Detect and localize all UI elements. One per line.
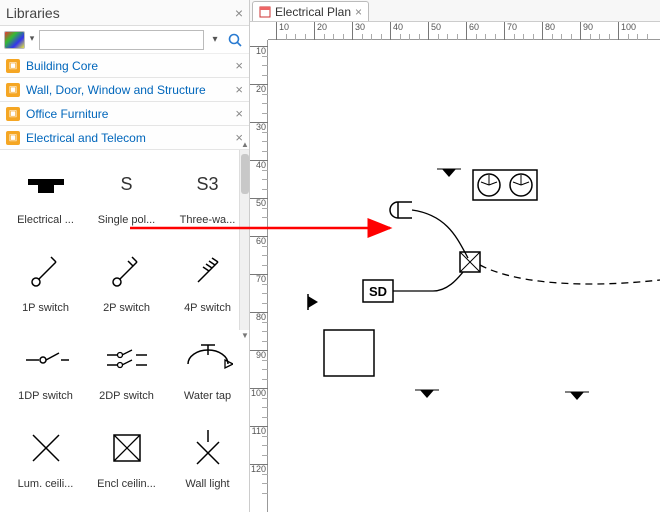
search-input[interactable] bbox=[39, 30, 204, 50]
tab-bar: Electrical Plan × bbox=[250, 0, 660, 22]
tab-label: Electrical Plan bbox=[275, 5, 351, 19]
connector-line[interactable] bbox=[393, 272, 463, 291]
svg-text:SD: SD bbox=[369, 284, 387, 299]
shape-label: 2P switch bbox=[93, 302, 161, 314]
shape-icon bbox=[16, 156, 76, 212]
plug-shape[interactable] bbox=[390, 202, 412, 218]
shape-grid: Electrical ... S Single pol... S3 Three-wa..… bbox=[0, 150, 249, 512]
dashed-connector[interactable] bbox=[480, 265, 660, 284]
sd-box-shape[interactable]: SD bbox=[363, 280, 393, 302]
shape-icon bbox=[178, 332, 238, 388]
shape-tap[interactable]: Water tap bbox=[168, 332, 247, 416]
shape-text-S[interactable]: S Single pol... bbox=[87, 156, 166, 240]
color-picker-button[interactable] bbox=[4, 31, 25, 49]
shape-boxx[interactable]: Encl ceilin... bbox=[87, 420, 166, 504]
ruler-vertical: 102030405060708090100110120 bbox=[250, 40, 268, 512]
folder-icon: ▣ bbox=[6, 59, 20, 73]
library-row-office-furniture[interactable]: ▣ Office Furniture × bbox=[0, 102, 249, 126]
tab-electrical-plan[interactable]: Electrical Plan × bbox=[252, 1, 369, 21]
shape-icon bbox=[16, 420, 76, 476]
shape-label: Three-wa... bbox=[174, 214, 242, 226]
shape-icon: S bbox=[97, 156, 157, 212]
shape-icon bbox=[16, 332, 76, 388]
shape-label: Lum. ceili... bbox=[12, 478, 80, 490]
libraries-header: Libraries × bbox=[0, 0, 249, 26]
library-search-row: ▾ bbox=[0, 26, 249, 54]
shape-label: 1DP switch bbox=[12, 390, 80, 402]
shape-wallx[interactable]: Wall light bbox=[168, 420, 247, 504]
shape-label: Wall light bbox=[174, 478, 242, 490]
shape-dp2[interactable]: 2DP switch bbox=[87, 332, 166, 416]
drawing-canvas[interactable]: SD bbox=[268, 40, 660, 512]
speaker-shape[interactable] bbox=[308, 294, 318, 310]
connector-curve[interactable] bbox=[412, 210, 468, 258]
shape-x[interactable]: Lum. ceili... bbox=[6, 420, 85, 504]
folder-icon: ▣ bbox=[6, 83, 20, 97]
libraries-title: Libraries bbox=[6, 5, 60, 21]
shape-icon bbox=[178, 244, 238, 300]
triangle-shape[interactable] bbox=[437, 169, 461, 177]
shape-label: Encl ceilin... bbox=[93, 478, 161, 490]
shape-icon bbox=[178, 420, 238, 476]
close-icon[interactable]: × bbox=[235, 82, 243, 97]
shape-label: Electrical ... bbox=[12, 214, 80, 226]
main-area: Electrical Plan × 102030405060708090100 … bbox=[250, 0, 660, 512]
shape-icon bbox=[16, 244, 76, 300]
document-icon bbox=[259, 6, 271, 18]
shape-icon bbox=[97, 420, 157, 476]
shape-icon bbox=[97, 332, 157, 388]
folder-icon: ▣ bbox=[6, 107, 20, 121]
crossed-box-shape[interactable] bbox=[460, 252, 480, 272]
shape-text-S3[interactable]: S3 Three-wa... bbox=[168, 156, 247, 240]
search-icon[interactable] bbox=[226, 30, 245, 50]
shape-sw2[interactable]: 2P switch bbox=[87, 244, 166, 328]
close-icon[interactable]: × bbox=[235, 58, 243, 73]
square-shape[interactable] bbox=[324, 330, 374, 376]
shape-icon bbox=[97, 244, 157, 300]
shape-sw1[interactable]: 1P switch bbox=[6, 244, 85, 328]
shape-icon: S3 bbox=[178, 156, 238, 212]
shape-label: 4P switch bbox=[174, 302, 242, 314]
scrollbar[interactable]: ▲ ▼ bbox=[239, 150, 249, 330]
shape-label: Water tap bbox=[174, 390, 242, 402]
library-row-electrical-telecom[interactable]: ▣ Electrical and Telecom × bbox=[0, 126, 249, 150]
shape-label: Single pol... bbox=[93, 214, 161, 226]
close-icon[interactable]: × bbox=[235, 106, 243, 121]
tab-close-icon[interactable]: × bbox=[355, 5, 362, 19]
libraries-panel: Libraries × ▾ ▣ Building Core × ▣ Wall, … bbox=[0, 0, 250, 512]
folder-icon: ▣ bbox=[6, 131, 20, 145]
search-dropdown-icon[interactable]: ▾ bbox=[208, 34, 221, 45]
triangle-shape[interactable] bbox=[565, 392, 589, 400]
shape-label: 2DP switch bbox=[93, 390, 161, 402]
shape-sw4[interactable]: 4P switch bbox=[168, 244, 247, 328]
shape-outlet[interactable]: Electrical ... bbox=[6, 156, 85, 240]
triangle-shape[interactable] bbox=[415, 390, 439, 398]
ruler-horizontal: 102030405060708090100 bbox=[268, 22, 660, 40]
dial-box-shape[interactable] bbox=[473, 170, 537, 200]
library-row-building-core[interactable]: ▣ Building Core × bbox=[0, 54, 249, 78]
shape-label: 1P switch bbox=[12, 302, 80, 314]
shape-dp1[interactable]: 1DP switch bbox=[6, 332, 85, 416]
libraries-close-icon[interactable]: × bbox=[235, 5, 243, 21]
library-row-wall-door[interactable]: ▣ Wall, Door, Window and Structure × bbox=[0, 78, 249, 102]
